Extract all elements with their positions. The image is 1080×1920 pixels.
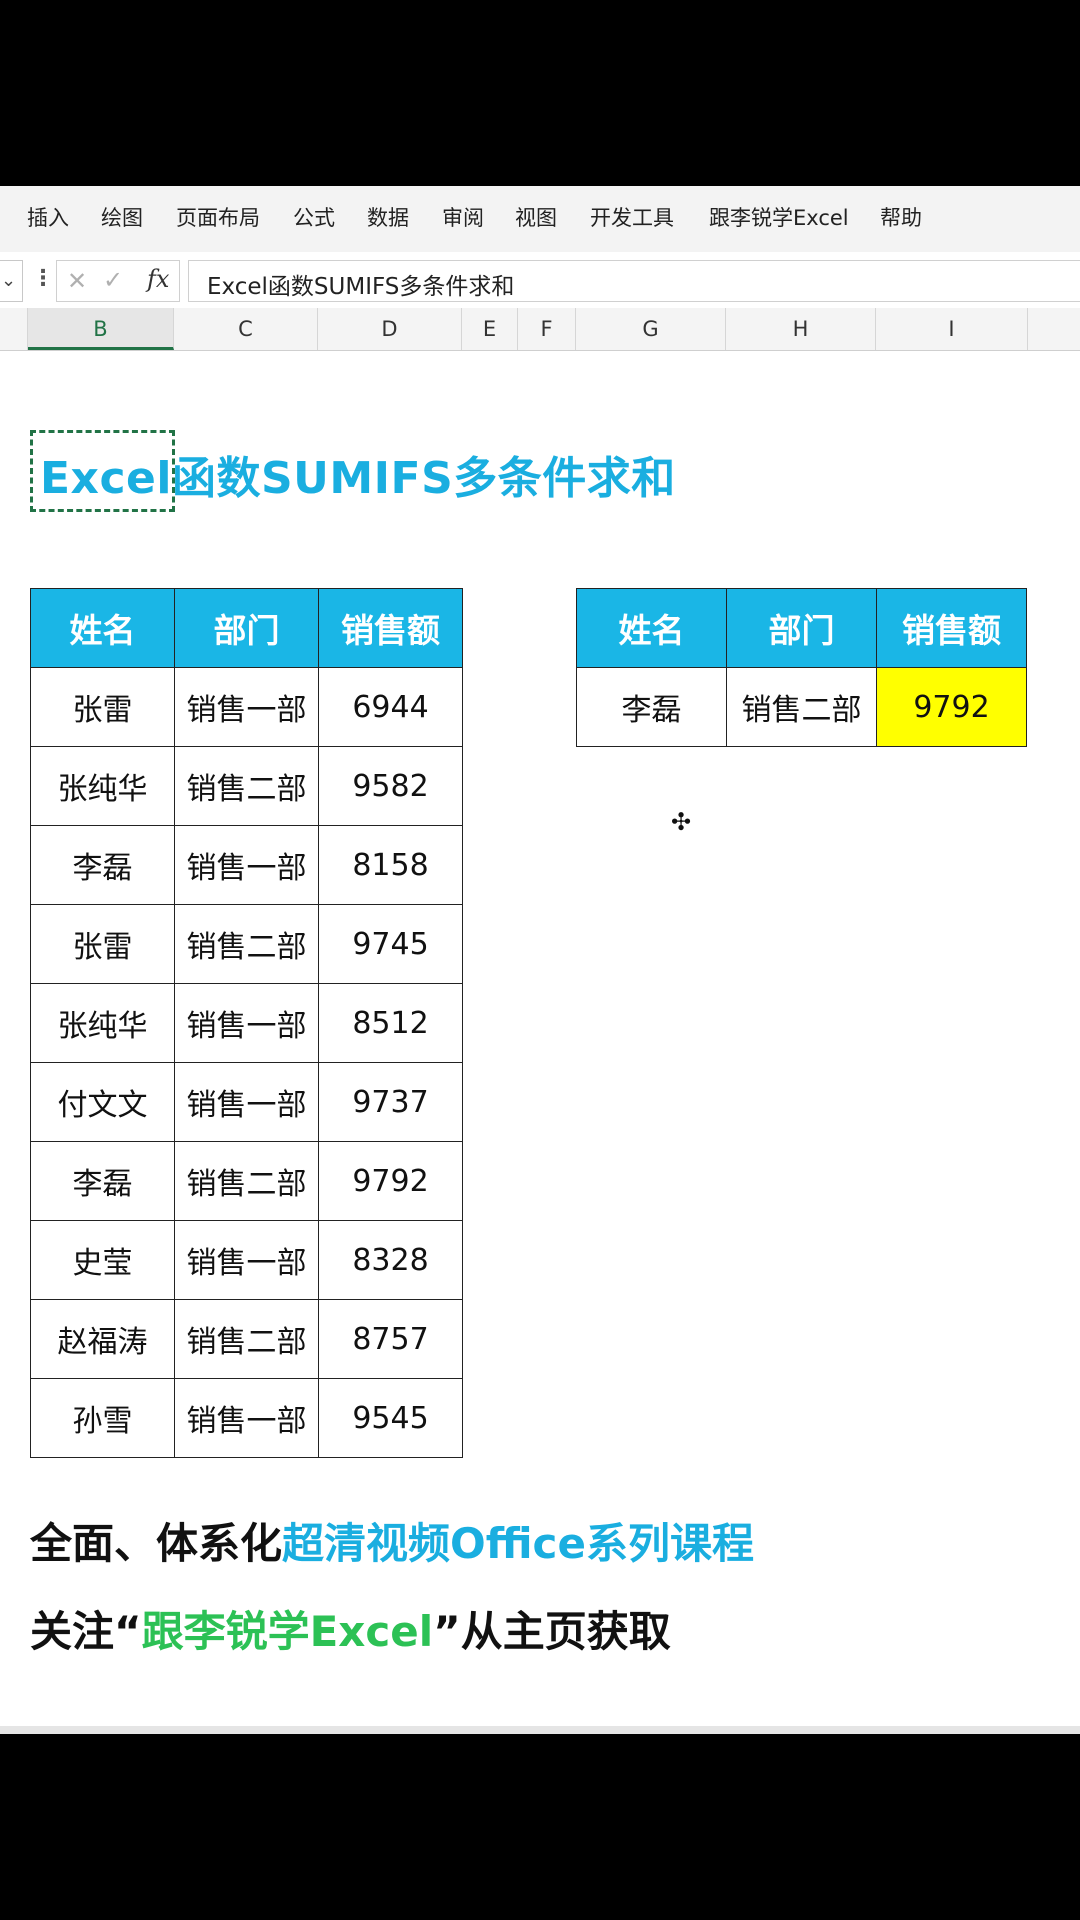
header-name[interactable]: 姓名 xyxy=(30,588,175,668)
cell-name[interactable]: 张纯华 xyxy=(30,746,175,826)
column-header-i[interactable]: I xyxy=(876,308,1028,350)
cell-sales[interactable]: 6944 xyxy=(318,667,463,747)
table-row: 付文文 销售一部 9737 xyxy=(30,1062,463,1142)
column-header-a[interactable] xyxy=(0,308,28,350)
cell-sales[interactable]: 9737 xyxy=(318,1062,463,1142)
cancel-icon[interactable]: ✕ xyxy=(67,267,87,295)
cell-name[interactable]: 张纯华 xyxy=(30,983,175,1063)
table-row: 李磊 销售二部 9792 xyxy=(30,1141,463,1221)
excel-window: 插入 绘图 页面布局 公式 数据 审阅 视图 开发工具 跟李锐学Excel 帮助… xyxy=(0,186,1080,1734)
criteria-table: 姓名 部门 销售额 李磊 销售二部 9792 xyxy=(576,588,1027,747)
cell-sales[interactable]: 9545 xyxy=(318,1378,463,1458)
cell-name[interactable]: 付文文 xyxy=(30,1062,175,1142)
chevron-down-icon[interactable]: ⌄ xyxy=(1,270,16,291)
sheet-title[interactable]: Excel函数SUMIFS多条件求和 xyxy=(40,442,676,506)
criteria-header-name[interactable]: 姓名 xyxy=(576,588,727,668)
table-row: 张纯华 销售一部 8512 xyxy=(30,983,463,1063)
cell-sales[interactable]: 8757 xyxy=(318,1299,463,1379)
column-header-d[interactable]: D xyxy=(318,308,462,350)
tab-insert[interactable]: 插入 xyxy=(27,200,69,236)
table-row: 史莹 销售一部 8328 xyxy=(30,1220,463,1300)
column-header-j[interactable] xyxy=(1028,308,1080,350)
ribbon-tabs: 插入 绘图 页面布局 公式 数据 审阅 视图 开发工具 跟李锐学Excel 帮助 xyxy=(0,186,1080,253)
promo-highlight: 超清视频Office系列课程 xyxy=(282,1519,754,1568)
formula-input[interactable]: Excel函数SUMIFS多条件求和 xyxy=(188,260,1080,302)
table-row: 张纯华 销售二部 9582 xyxy=(30,746,463,826)
column-header-h[interactable]: H xyxy=(726,308,876,350)
cell-name[interactable]: 赵福涛 xyxy=(30,1299,175,1379)
sheet-bottom-edge xyxy=(0,1726,1080,1734)
cell-sales[interactable]: 9745 xyxy=(318,904,463,984)
tab-view[interactable]: 视图 xyxy=(515,200,557,236)
column-header-f[interactable]: F xyxy=(518,308,576,350)
cell-sales[interactable]: 8512 xyxy=(318,983,463,1063)
column-header-g[interactable]: G xyxy=(576,308,726,350)
criteria-header-sales[interactable]: 销售额 xyxy=(876,588,1027,668)
cell-cursor-icon: ✣ xyxy=(671,808,692,836)
formula-bar: ⌄ ⋮ ✕ ✓ fx Excel函数SUMIFS多条件求和 xyxy=(0,252,1080,309)
promo-prefix: 关注“ xyxy=(30,1607,142,1656)
cell-name[interactable]: 李磊 xyxy=(30,825,175,905)
cell-department[interactable]: 销售二部 xyxy=(174,904,319,984)
cell-name[interactable]: 张雷 xyxy=(30,904,175,984)
cell-department[interactable]: 销售一部 xyxy=(174,983,319,1063)
column-headers: B C D E F G H I xyxy=(0,308,1080,351)
criteria-name-cell[interactable]: 李磊 xyxy=(576,667,727,747)
column-header-e[interactable]: E xyxy=(462,308,518,350)
cell-department[interactable]: 销售一部 xyxy=(174,1378,319,1458)
column-header-b[interactable]: B xyxy=(28,308,174,350)
table-row: 孙雪 销售一部 9545 xyxy=(30,1378,463,1458)
column-header-c[interactable]: C xyxy=(174,308,318,350)
cell-name[interactable]: 张雷 xyxy=(30,667,175,747)
sumifs-result-cell[interactable]: 9792 xyxy=(876,667,1027,747)
criteria-header-department[interactable]: 部门 xyxy=(726,588,877,668)
cell-name[interactable]: 孙雪 xyxy=(30,1378,175,1458)
cell-department[interactable]: 销售一部 xyxy=(174,1220,319,1300)
tab-page-layout[interactable]: 页面布局 xyxy=(176,200,260,236)
table-header-row: 姓名 部门 销售额 xyxy=(30,588,463,668)
table-row: 李磊 销售一部 8158 xyxy=(30,825,463,905)
cell-sales[interactable]: 9792 xyxy=(318,1141,463,1221)
table-row: 赵福涛 销售二部 8757 xyxy=(30,1299,463,1379)
cell-department[interactable]: 销售一部 xyxy=(174,667,319,747)
tab-help[interactable]: 帮助 xyxy=(880,200,922,236)
promo-channel-name: 跟李锐学Excel xyxy=(141,1607,434,1656)
more-options-icon[interactable]: ⋮ xyxy=(32,266,54,291)
tab-draw[interactable]: 绘图 xyxy=(101,200,143,236)
criteria-header-row: 姓名 部门 销售额 xyxy=(576,588,1027,668)
promo-line-1: 全面、体系化超清视频Office系列课程 xyxy=(30,1510,754,1571)
check-icon[interactable]: ✓ xyxy=(103,266,123,294)
tab-developer[interactable]: 开发工具 xyxy=(590,200,674,236)
name-box[interactable]: ⌄ xyxy=(0,260,23,302)
table-row: 张雷 销售二部 9745 xyxy=(30,904,463,984)
promo-line-2: 关注“跟李锐学Excel”从主页获取 xyxy=(30,1598,671,1659)
promo-suffix: ”从主页获取 xyxy=(433,1607,671,1656)
tab-custom[interactable]: 跟李锐学Excel xyxy=(709,200,849,236)
table-row: 张雷 销售一部 6944 xyxy=(30,667,463,747)
tab-formulas[interactable]: 公式 xyxy=(293,200,335,236)
cell-name[interactable]: 李磊 xyxy=(30,1141,175,1221)
header-department[interactable]: 部门 xyxy=(174,588,319,668)
cell-sales[interactable]: 9582 xyxy=(318,746,463,826)
criteria-department-cell[interactable]: 销售二部 xyxy=(726,667,877,747)
criteria-row: 李磊 销售二部 9792 xyxy=(576,667,1027,747)
cell-name[interactable]: 史莹 xyxy=(30,1220,175,1300)
cell-department[interactable]: 销售二部 xyxy=(174,746,319,826)
formula-text: Excel函数SUMIFS多条件求和 xyxy=(207,274,515,300)
cell-department[interactable]: 销售二部 xyxy=(174,1141,319,1221)
cell-department[interactable]: 销售二部 xyxy=(174,1299,319,1379)
cell-sales[interactable]: 8158 xyxy=(318,825,463,905)
header-sales[interactable]: 销售额 xyxy=(318,588,463,668)
insert-function-icon[interactable]: fx xyxy=(147,265,169,293)
cell-department[interactable]: 销售一部 xyxy=(174,1062,319,1142)
formula-buttons: ✕ ✓ fx xyxy=(56,260,180,302)
promo-text: 全面、体系化 xyxy=(30,1519,283,1568)
tab-data[interactable]: 数据 xyxy=(367,200,409,236)
cell-department[interactable]: 销售一部 xyxy=(174,825,319,905)
sales-table: 姓名 部门 销售额 张雷 销售一部 6944 张纯华 销售二部 9582 李磊 … xyxy=(30,588,463,1458)
cell-sales[interactable]: 8328 xyxy=(318,1220,463,1300)
tab-review[interactable]: 审阅 xyxy=(442,200,484,236)
